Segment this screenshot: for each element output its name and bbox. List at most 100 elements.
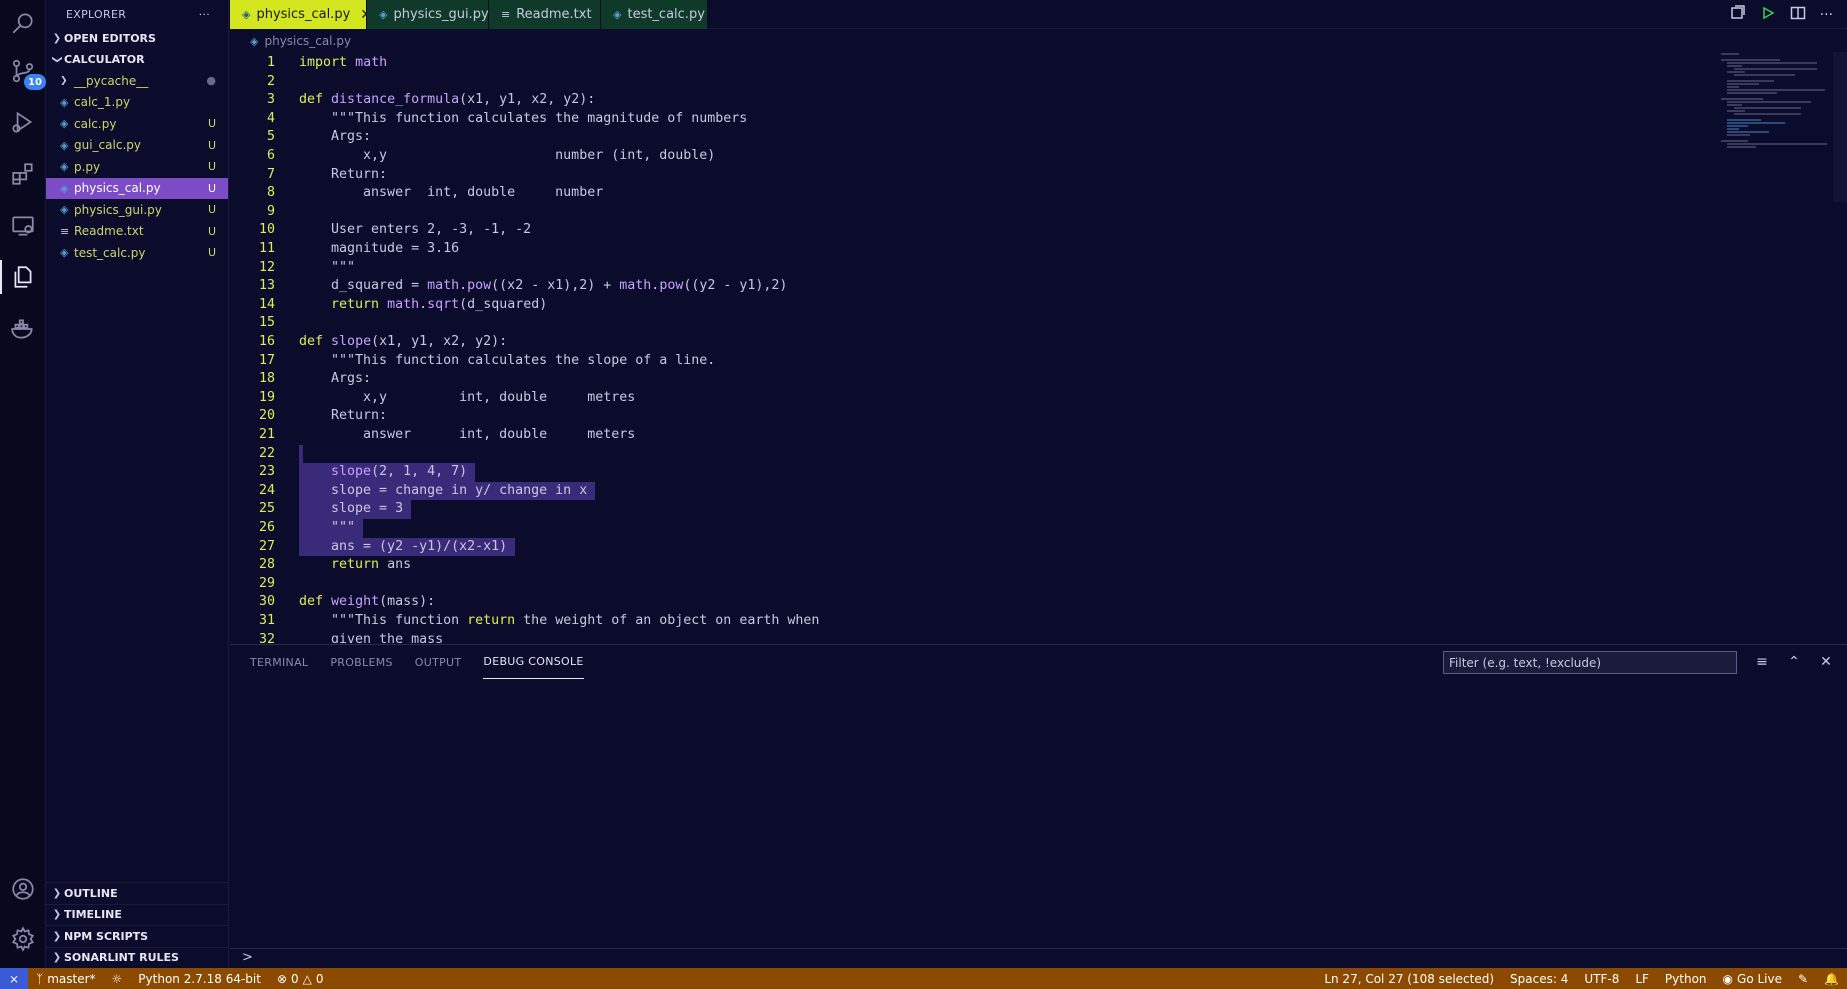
code-line[interactable]: 27 ans = (y2 -y1)/(x2-x1) [230, 537, 1710, 557]
code-editor[interactable]: 1 import math 2 3 def distance_formula(x1, y… [230, 52, 1847, 643]
code-line[interactable]: 17 """This function calculates the slope… [230, 352, 1710, 371]
code-line[interactable]: 12 """ [230, 259, 1710, 278]
code-text: return math.sqrt(d_squared) [331, 296, 548, 312]
file-item[interactable]: ≡ Readme.txt U [46, 221, 228, 243]
maximize-panel-icon[interactable]: ⌃ [1785, 653, 1803, 671]
open-changes-icon[interactable] [1730, 4, 1746, 25]
code-line[interactable]: 8 answer int, double number [230, 184, 1710, 203]
cursor-position[interactable]: Ln 27, Col 27 (108 selected) [1316, 972, 1502, 986]
sidebar-section[interactable]: ❯ OUTLINE [46, 882, 228, 904]
editor-tabs: ◈physics_cal.py✕◈physics_gui.py≡Readme.t… [230, 0, 1847, 29]
code-line[interactable]: 30 def weight(mass): [230, 593, 1710, 612]
code-line[interactable]: 7 Return: [230, 166, 1710, 185]
code-line[interactable]: 15 [230, 314, 1710, 333]
search-icon[interactable] [0, 0, 46, 46]
breadcrumb-file[interactable]: physics_cal.py [264, 34, 351, 48]
code-line[interactable]: 4 """This function calculates the magnit… [230, 110, 1710, 129]
docker-icon[interactable] [0, 306, 46, 352]
editor-tab[interactable]: ◈ physics_gui.py [367, 0, 489, 29]
line-number: 23 [258, 464, 275, 480]
extensions-icon[interactable] [0, 151, 46, 197]
open-editors-section[interactable]: ❯ OPEN EDITORS [46, 28, 228, 49]
editor-tab[interactable]: ◈ test_calc.py [601, 0, 708, 29]
code-line[interactable]: 1 import math [230, 54, 1710, 73]
file-item[interactable]: ◈ gui_calc.py U [46, 135, 228, 157]
file-item[interactable]: ❯ __pycache__ ● [46, 70, 228, 92]
code-line[interactable]: 23 slope(2, 1, 4, 7) [230, 463, 1710, 482]
file-item[interactable]: ◈ physics_cal.py U [46, 177, 228, 199]
panel-tab[interactable]: OUTPUT [415, 645, 462, 679]
status-bar: ⨯ ᛉ master* ☼ Python 2.7.18 64-bit ⊗ 0 △… [0, 968, 1847, 989]
code-line[interactable]: 31 """This function return the weight of… [230, 612, 1710, 631]
code-line[interactable]: 9 [230, 203, 1710, 222]
file-item[interactable]: ◈ test_calc.py U [46, 242, 228, 264]
code-text: """ [299, 520, 356, 535]
code-line[interactable]: 25 slope = 3 [230, 500, 1710, 519]
code-line[interactable]: 26 """ [230, 519, 1710, 538]
eol[interactable]: LF [1627, 972, 1657, 986]
file-item[interactable]: ◈ physics_gui.py U [46, 199, 228, 221]
code-line[interactable]: 5 Args: [230, 128, 1710, 147]
code-line[interactable]: 18 Args: [230, 370, 1710, 389]
panel-tab[interactable]: DEBUG CONSOLE [483, 645, 584, 679]
problems-item[interactable]: ⊗ 0 △ 0 [269, 972, 332, 986]
remote-icon[interactable]: ⨯ [0, 968, 28, 989]
chevron-right-icon: ❯ [52, 909, 62, 921]
folder-section[interactable]: ❯ CALCULATOR [46, 49, 228, 70]
sidebar-section[interactable]: ❯ TIMELINE [46, 903, 228, 926]
language-mode[interactable]: Python [1657, 972, 1715, 986]
code-line[interactable]: 6 x,y number (int, double) [230, 147, 1710, 166]
code-line[interactable]: 20 Return: [230, 407, 1710, 426]
notifications-icon[interactable]: 🔔 [1816, 972, 1847, 986]
file-item[interactable]: ◈ p.py U [46, 156, 228, 178]
run-file-icon[interactable] [1760, 5, 1776, 25]
code-line[interactable]: 10 User enters 2, -3, -1, -2 [230, 221, 1710, 240]
indentation[interactable]: Spaces: 4 [1502, 972, 1576, 986]
file-item[interactable]: ◈ calc_1.py [46, 92, 228, 114]
code-line[interactable]: 11 magnitude = 3.16 [230, 240, 1710, 259]
debug-console-input[interactable]: > [230, 948, 1847, 968]
clear-console-icon[interactable]: ≡ [1753, 653, 1771, 671]
code-text: """This function calculates the slope of… [299, 352, 716, 368]
source-control-icon[interactable]: 10 [0, 48, 46, 94]
more-actions-icon[interactable]: ··· [199, 8, 210, 21]
code-line[interactable]: 22 [230, 444, 1710, 464]
sync-item[interactable]: ☼ [104, 972, 131, 986]
settings-gear-icon[interactable] [0, 916, 46, 962]
explorer-icon[interactable] [0, 254, 46, 300]
encoding[interactable]: UTF-8 [1576, 972, 1627, 986]
sidebar-section[interactable]: ❯ NPM SCRIPTS [46, 925, 228, 947]
run-debug-icon[interactable] [0, 99, 46, 145]
more-actions-icon[interactable]: ··· [1820, 7, 1833, 23]
chevron-right-icon: ❯ [52, 33, 62, 44]
git-status: ● [206, 74, 216, 88]
console-filter-input[interactable] [1443, 651, 1737, 674]
code-line[interactable]: 24 slope = change in y/ change in x [230, 481, 1710, 501]
breadcrumb[interactable]: ◈ physics_cal.py [230, 30, 351, 52]
code-line[interactable]: 13 d_squared = math.pow((x2 - x1),2) + m… [230, 277, 1710, 296]
interpreter-item[interactable]: Python 2.7.18 64-bit [130, 972, 269, 986]
close-panel-icon[interactable]: ✕ [1817, 653, 1835, 671]
remote-explorer-icon[interactable] [0, 203, 46, 249]
code-line[interactable]: 16 def slope(x1, y1, x2, y2): [230, 333, 1710, 352]
editor-tab[interactable]: ≡ Readme.txt [489, 0, 601, 29]
go-live[interactable]: ◉ Go Live [1715, 972, 1790, 986]
minimap[interactable] [1721, 52, 1837, 202]
code-line[interactable]: 32 given the mass [230, 631, 1710, 643]
code-line[interactable]: 2 [230, 73, 1710, 92]
panel-tab[interactable]: TERMINAL [250, 645, 308, 679]
panel-tab[interactable]: PROBLEMS [330, 645, 392, 679]
code-line[interactable]: 19 x,y int, double metres [230, 389, 1710, 408]
split-editor-icon[interactable] [1790, 5, 1806, 25]
branch-item[interactable]: ᛉ master* [28, 972, 104, 986]
feedback-icon[interactable]: ✎ [1790, 972, 1816, 986]
code-line[interactable]: 28 return ans [230, 556, 1710, 575]
code-line[interactable]: 29 [230, 575, 1710, 594]
sidebar-section[interactable]: ❯ SONARLINT RULES [46, 946, 228, 969]
account-icon[interactable] [0, 866, 46, 912]
editor-tab[interactable]: ◈physics_cal.py✕ [230, 0, 372, 29]
code-line[interactable]: 3 def distance_formula(x1, y1, x2, y2): [230, 91, 1710, 110]
code-line[interactable]: 21 answer int, double meters [230, 426, 1710, 445]
file-item[interactable]: ◈ calc.py U [46, 113, 228, 135]
code-line[interactable]: 14 return math.sqrt(d_squared) [230, 296, 1710, 315]
